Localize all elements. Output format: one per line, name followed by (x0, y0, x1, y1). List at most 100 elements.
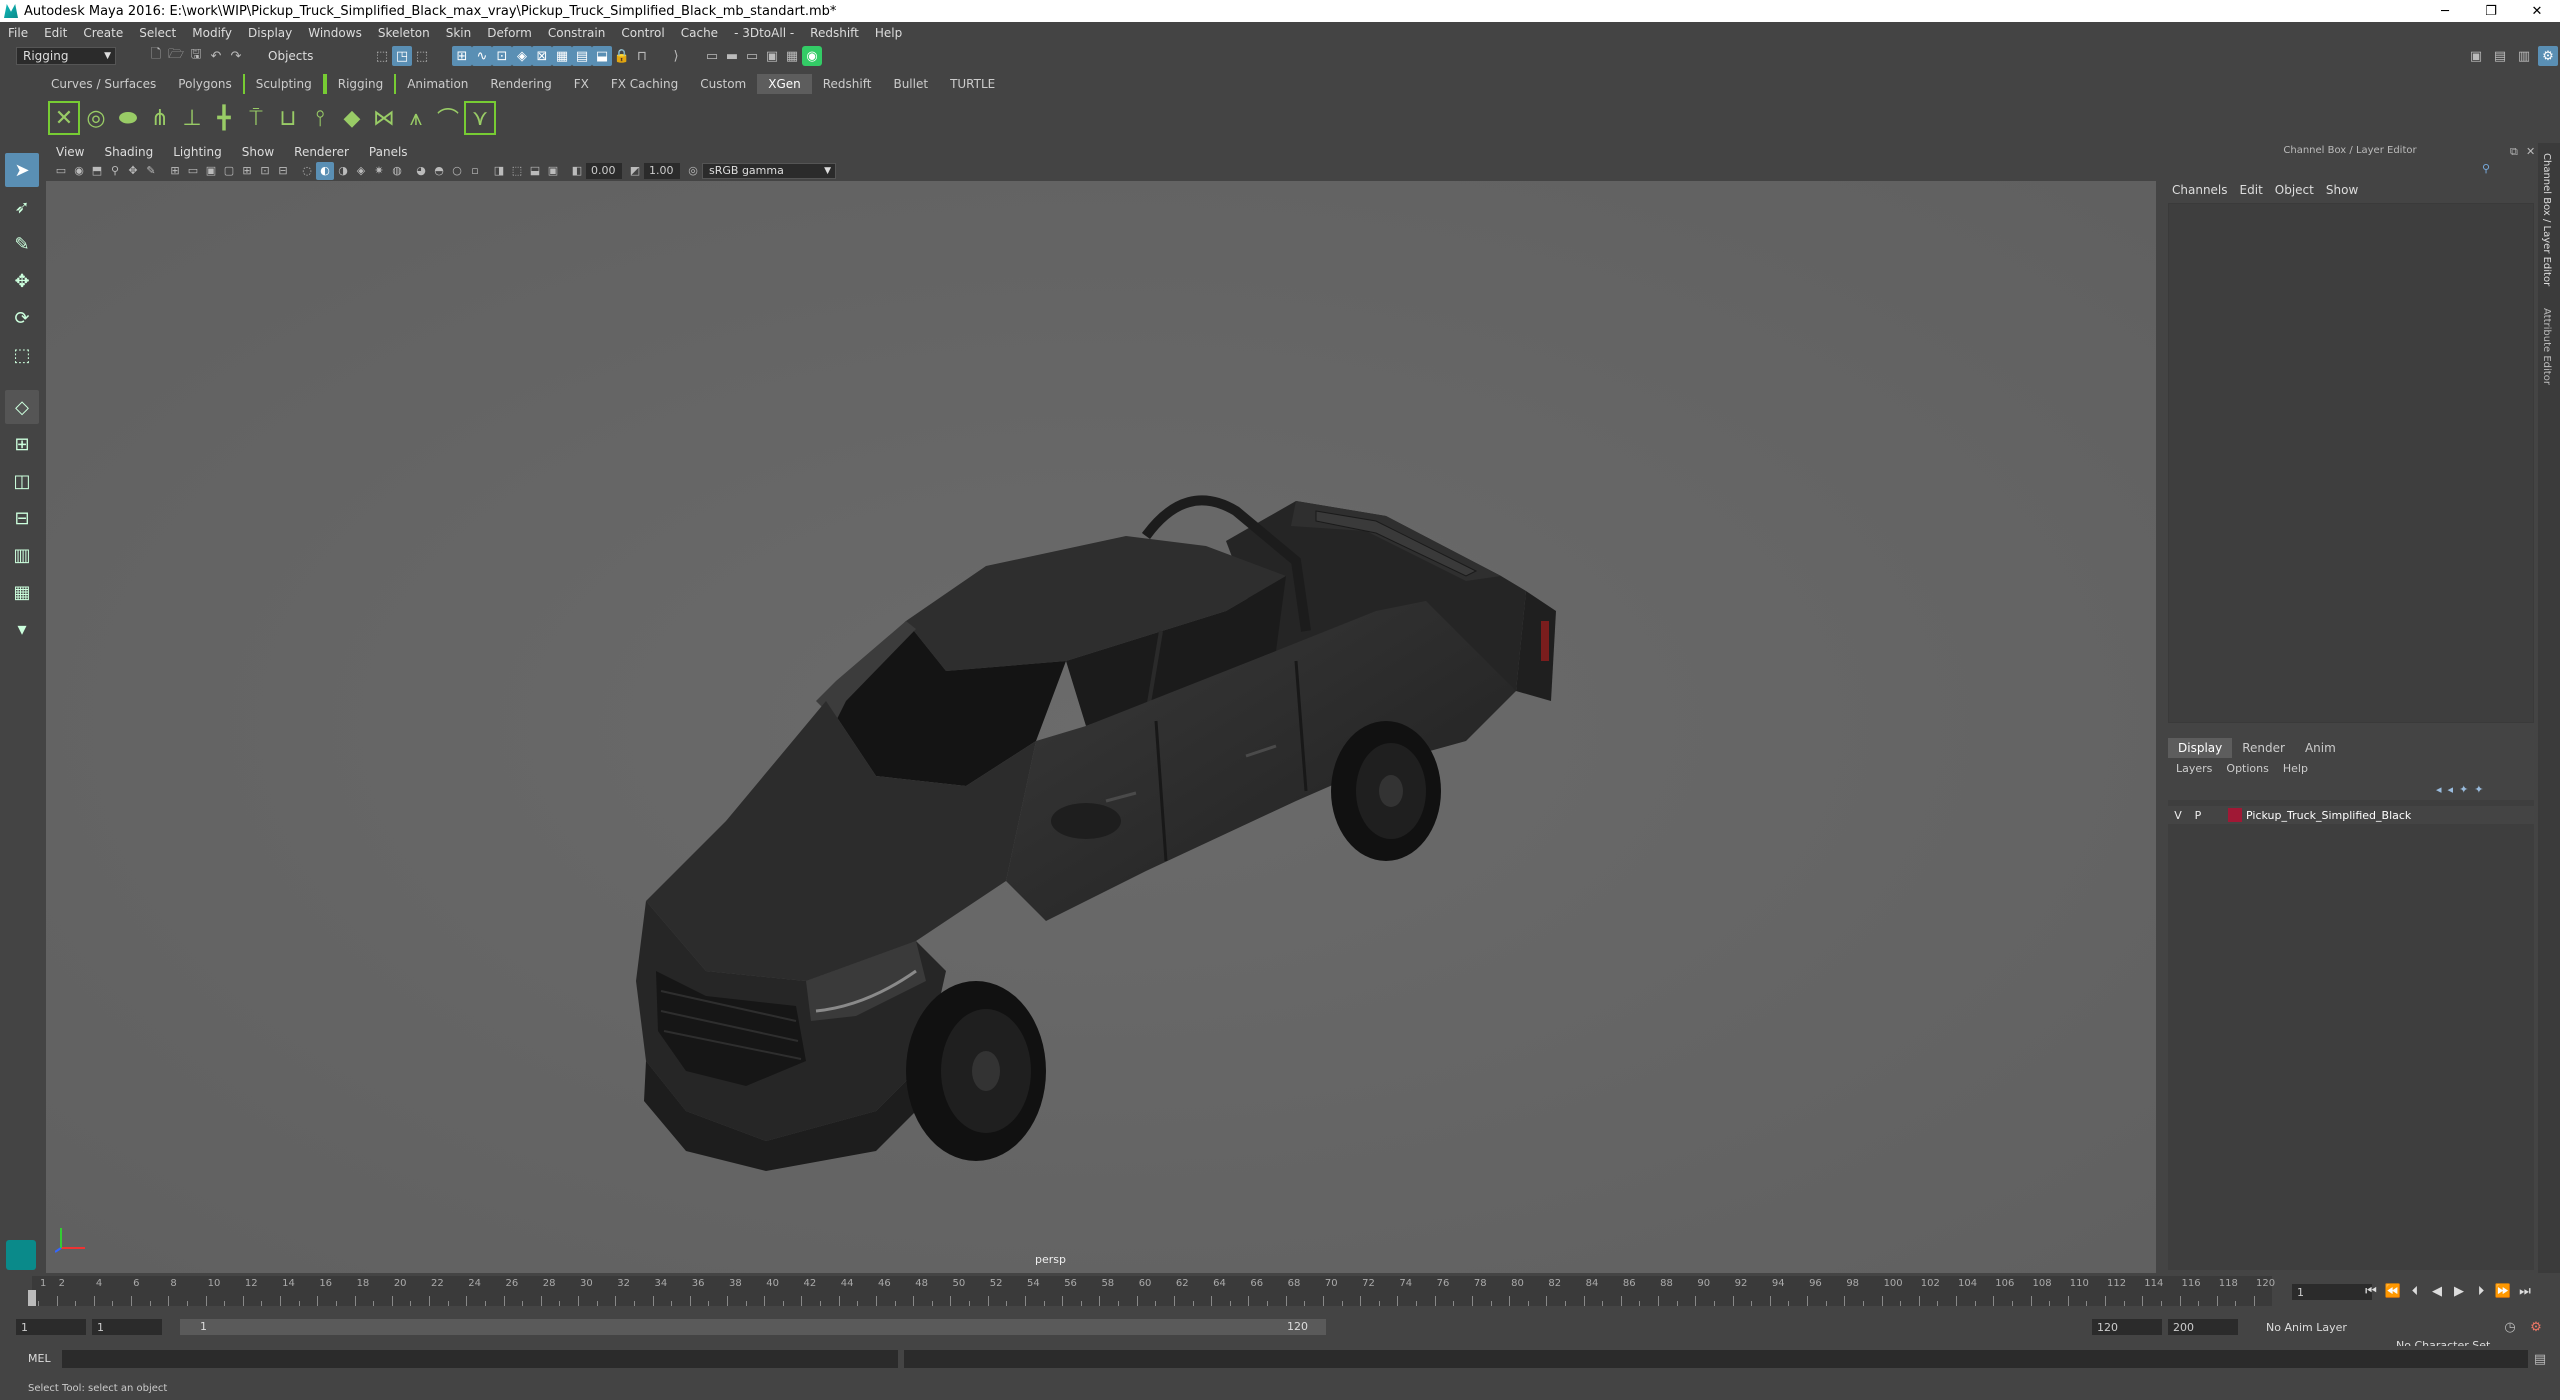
shelf-tab-sculpting[interactable]: Sculpting (242, 74, 325, 94)
magnet-icon[interactable]: ⊓ (632, 46, 652, 66)
animation-preferences-icon[interactable]: ⚙ (2526, 1317, 2546, 1337)
motion-blur-icon[interactable]: ◓ (430, 162, 448, 180)
viewport-menu-view[interactable]: View (56, 145, 84, 159)
save-scene-icon[interactable]: 🖫 (186, 46, 206, 66)
layer-visibility-toggle[interactable]: V (2168, 809, 2188, 822)
xgen-add-guide-icon[interactable]: ⊥ (176, 101, 208, 135)
select-component-icon[interactable]: ⬚ (412, 46, 432, 66)
xray-active-icon[interactable]: ▣ (544, 162, 562, 180)
settings-gear-icon[interactable]: ⚙ (2538, 46, 2558, 66)
go-to-start-icon[interactable]: ⏮ (2360, 1284, 2382, 1299)
viewport-panel[interactable]: View Shading Lighting Show Renderer Pane… (46, 143, 2156, 1273)
xgen-sculpt-guide-icon[interactable]: ⍑ (240, 101, 272, 135)
gamma-icon[interactable]: ◩ (626, 162, 644, 180)
four-view-layout-icon[interactable]: ⊞ (5, 427, 39, 461)
xray-icon[interactable]: ⬚ (508, 162, 526, 180)
layer-menu-options[interactable]: Options (2226, 762, 2268, 775)
render-view-icon[interactable]: ▭ (702, 46, 722, 66)
menuset-dropdown[interactable]: Rigging ▼ (16, 47, 116, 65)
shelf-tab-polygons[interactable]: Polygons (167, 74, 242, 94)
menu-control[interactable]: Control (621, 26, 664, 40)
snap-grid-icon[interactable]: ⊞ (452, 46, 472, 66)
ipr-render-icon[interactable]: ▭ (742, 46, 762, 66)
anti-aliasing-icon[interactable]: ○ (448, 162, 466, 180)
shelf-tab-redshift[interactable]: Redshift (812, 74, 883, 94)
xgen-interactive-icon[interactable]: ⋎ (464, 101, 496, 135)
side-tab-channel-box[interactable]: Channel Box / Layer Editor (2541, 153, 2552, 286)
xgen-create-description-icon[interactable]: ◎ (80, 101, 112, 135)
depth-of-field-icon[interactable]: ▫ (466, 162, 484, 180)
step-back-frame-icon[interactable]: ⏴ (2404, 1284, 2426, 1299)
playback-start-field[interactable]: 1 (92, 1319, 162, 1335)
viewport-menu-lighting[interactable]: Lighting (173, 145, 222, 159)
move-layer-down-icon[interactable]: ◂ (2448, 783, 2454, 796)
range-slider-bar[interactable]: 1 120 (180, 1319, 1326, 1335)
render-settings-icon[interactable]: ▣ (762, 46, 782, 66)
safe-action-icon[interactable]: ⊡ (256, 162, 274, 180)
shelf-tab-bullet[interactable]: Bullet (882, 74, 939, 94)
image-plane-icon[interactable]: ⚲ (106, 162, 124, 180)
redshift-render-icon[interactable]: ◉ (802, 46, 822, 66)
shadows-icon[interactable]: ◍ (388, 162, 406, 180)
undo-icon[interactable]: ↶ (206, 46, 226, 66)
wireframe-icon[interactable]: ◌ (298, 162, 316, 180)
select-hierarchy-icon[interactable]: ⬚ (372, 46, 392, 66)
snap-live-icon[interactable]: ⊠ (532, 46, 552, 66)
current-time-marker[interactable] (28, 1290, 36, 1306)
exposure-field[interactable]: 0.00 (586, 162, 622, 179)
shelf-tab-custom[interactable]: Custom (689, 74, 757, 94)
camera-attributes-icon[interactable]: ◉ (70, 162, 88, 180)
top-bottom-layout-icon[interactable]: ⊟ (5, 501, 39, 535)
paint-select-tool-icon[interactable]: ✎ (5, 227, 39, 261)
step-back-key-icon[interactable]: ⏪ (2382, 1284, 2404, 1299)
shelf-tab-rigging[interactable]: Rigging (324, 74, 397, 94)
menu-deform[interactable]: Deform (487, 26, 532, 40)
new-layer-icon[interactable]: ✦ (2474, 783, 2483, 796)
shelf-tab-fx-caching[interactable]: FX Caching (600, 74, 689, 94)
grid-toggle-icon[interactable]: ⊞ (166, 162, 184, 180)
scene-render[interactable] (46, 181, 2156, 1273)
select-object-icon[interactable]: ◳ (392, 46, 412, 66)
channel-box-area[interactable] (2168, 203, 2534, 723)
go-to-end-icon[interactable]: ⏭ (2514, 1284, 2536, 1299)
open-scene-icon[interactable]: 🗁 (166, 46, 186, 66)
move-layer-up-icon[interactable]: ◂ (2436, 783, 2442, 796)
xgen-smooth-icon[interactable]: ⌒ (432, 101, 464, 135)
xgen-place-guide-icon[interactable]: ╋ (208, 101, 240, 135)
script-editor-icon[interactable]: ▤ (2530, 1349, 2550, 1369)
menu-create[interactable]: Create (83, 26, 123, 40)
snap-curve-icon[interactable]: ∿ (472, 46, 492, 66)
hypershade-icon[interactable]: ▦ (782, 46, 802, 66)
menu-display[interactable]: Display (248, 26, 292, 40)
channel-box-menu-object[interactable]: Object (2275, 183, 2314, 197)
layer-menu-help[interactable]: Help (2283, 762, 2308, 775)
exposure-icon[interactable]: ◧ (568, 162, 586, 180)
channel-box-options-icon[interactable]: ⚲ (2482, 162, 2490, 175)
menu-cache[interactable]: Cache (681, 26, 718, 40)
time-ruler[interactable]: 1 2 4 6 8 10 12 14 16 18 20 22 24 26 28 30 32 34 36 38 40 42 4… (32, 1276, 2275, 1306)
viewport-menu-panels[interactable]: Panels (369, 145, 408, 159)
smooth-shade-icon[interactable]: ◐ (316, 161, 334, 180)
maya-home-icon[interactable] (6, 1240, 36, 1270)
channel-box-menu-show[interactable]: Show (2326, 183, 2358, 197)
layer-tab-display[interactable]: Display (2168, 738, 2233, 758)
render-current-icon[interactable]: ▬ (722, 46, 742, 66)
grease-pencil-icon[interactable]: ✎ (142, 162, 160, 180)
xgen-comb-icon[interactable]: ⩚ (400, 101, 432, 135)
redo-icon[interactable]: ↷ (226, 46, 246, 66)
lights-icon[interactable]: ✷ (370, 162, 388, 180)
construction-history-icon[interactable]: ⟩ (666, 46, 686, 66)
snap-mask-icon[interactable]: ▦ (552, 46, 572, 66)
channel-box-toggle-icon[interactable]: ▥ (2514, 46, 2534, 66)
layer-name[interactable]: Pickup_Truck_Simplified_Black (2246, 809, 2411, 822)
select-tool-icon[interactable]: ➤ (5, 153, 39, 187)
xgen-layers-icon[interactable]: ◆ (336, 101, 368, 135)
textured-icon[interactable]: ◈ (352, 162, 370, 180)
gamma-field[interactable]: 1.00 (644, 162, 680, 179)
bookmark-icon[interactable]: ⬒ (88, 162, 106, 180)
animation-start-field[interactable]: 1 (16, 1319, 86, 1335)
anim-layer-dropdown[interactable]: No Anim Layer (2260, 1318, 2380, 1336)
outliner-layout-icon[interactable]: ▥ (5, 538, 39, 572)
film-gate-icon[interactable]: ▭ (184, 162, 202, 180)
shelf-tab-xgen[interactable]: XGen (757, 74, 812, 94)
